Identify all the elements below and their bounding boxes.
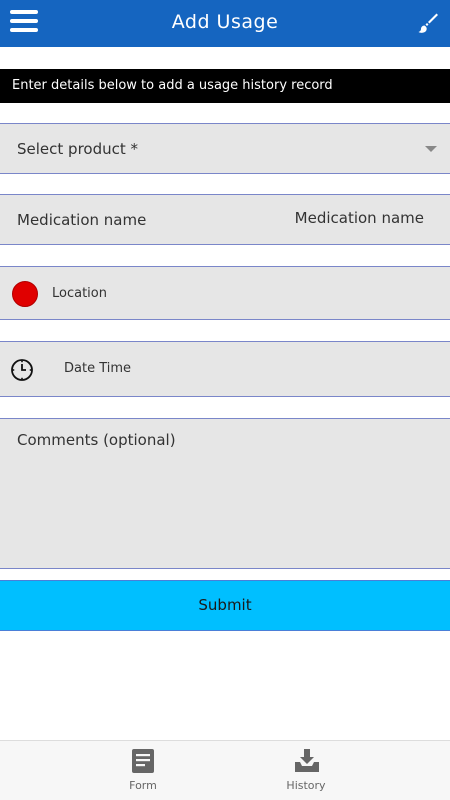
app-header: Add Usage — [0, 0, 450, 47]
paint-brush-icon[interactable] — [416, 11, 440, 35]
page-title: Add Usage — [171, 11, 279, 33]
location-status-icon — [12, 281, 38, 307]
medication-name-field[interactable]: Medication name Medication name — [0, 194, 450, 245]
location-field[interactable]: Location — [0, 266, 450, 320]
submit-button[interactable]: Submit — [0, 580, 450, 631]
location-label: Location — [52, 286, 107, 301]
instructions-banner: Enter details below to add a usage histo… — [0, 69, 450, 103]
form-icon — [132, 749, 154, 773]
medication-name-label: Medication name — [17, 211, 147, 229]
product-select-placeholder: Select product * — [17, 140, 139, 158]
chevron-down-icon — [425, 146, 437, 152]
nav-label-history: History — [286, 779, 326, 792]
date-time-label: Date Time — [64, 361, 132, 376]
nav-label-form: Form — [129, 779, 157, 792]
product-select[interactable]: Select product * — [0, 123, 450, 174]
comments-textarea[interactable]: Comments (optional) — [0, 418, 450, 569]
medication-name-value: Medication name — [294, 209, 424, 227]
nav-item-history[interactable]: History — [246, 741, 366, 800]
comments-label: Comments (optional) — [17, 431, 176, 449]
download-tray-icon — [295, 749, 319, 772]
bottom-navigation: Form History — [0, 740, 450, 800]
nav-item-form[interactable]: Form — [83, 741, 203, 800]
date-time-field[interactable]: Date Time — [0, 341, 450, 397]
clock-icon — [10, 358, 34, 382]
